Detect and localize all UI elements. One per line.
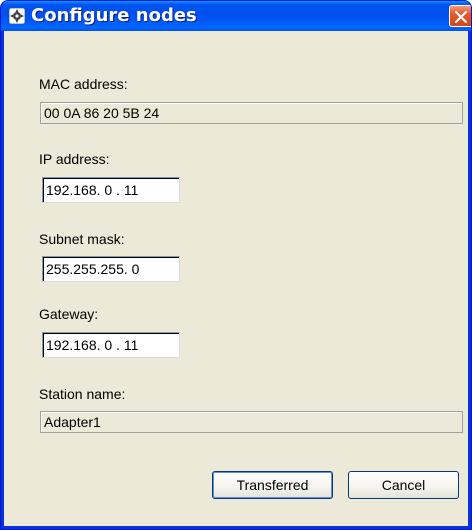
dialog-title: Configure nodes xyxy=(31,5,197,26)
transferred-button[interactable]: Transferred xyxy=(212,471,333,499)
close-icon xyxy=(454,10,468,24)
mac-address-field: 00 0A 86 20 5B 24 xyxy=(40,102,463,124)
cancel-button[interactable]: Cancel xyxy=(348,471,459,499)
subnet-mask-input[interactable]: 255.255.255. 0 xyxy=(42,256,180,282)
gateway-input[interactable]: 192.168. 0 . 11 xyxy=(42,332,180,358)
configure-nodes-dialog: Configure nodes MAC address: 00 0A 86 20… xyxy=(0,0,472,530)
dialog-body: MAC address: 00 0A 86 20 5B 24 IP addres… xyxy=(4,31,468,526)
mac-address-label: MAC address: xyxy=(39,76,128,92)
ip-address-input[interactable]: 192.168. 0 . 11 xyxy=(42,177,180,203)
app-icon xyxy=(9,8,25,24)
station-name-label: Station name: xyxy=(39,386,126,402)
title-bar[interactable]: Configure nodes xyxy=(1,1,471,31)
ip-address-label: IP address: xyxy=(39,151,110,167)
gateway-label: Gateway: xyxy=(39,306,99,322)
subnet-mask-label: Subnet mask: xyxy=(39,231,125,247)
station-name-field: Adapter1 xyxy=(40,411,463,433)
close-button[interactable] xyxy=(449,5,471,27)
